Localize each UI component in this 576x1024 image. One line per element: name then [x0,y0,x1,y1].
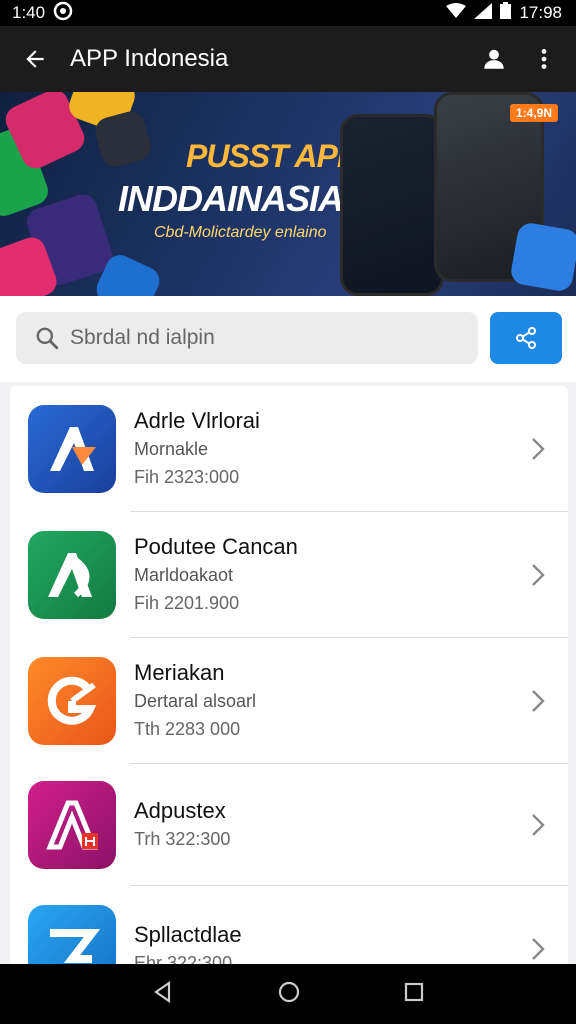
circle-home-icon [278,981,300,1002]
nav-back-button[interactable] [151,980,175,1009]
search-box[interactable] [16,312,478,364]
app-tile-decoration [509,221,576,293]
chevron-right-icon [518,812,558,838]
a-logo-icon [48,553,92,598]
list-item[interactable]: Podutee Cancan Marldoakaot Fih 2201.900 [10,512,568,638]
app-icon [28,657,116,745]
app-name: Adpustex [134,798,226,823]
app-icon [28,781,116,869]
status-clock: 17:98 [519,3,562,22]
status-bar: 1:40 17:98 [0,0,576,26]
account-button[interactable] [474,39,514,79]
chevron-right-icon [518,688,558,714]
battery-icon [500,2,512,24]
g-logo-icon [47,676,97,725]
more-vert-icon [541,49,547,69]
chevron-right-icon [518,562,558,588]
share-icon [516,327,536,349]
app-price: Trh 322:300 [134,829,231,849]
list-item[interactable]: Adpustex Trh 322:300 [10,764,568,886]
search-area [0,296,576,382]
banner-badge: 1:4,9N [510,104,559,122]
app-subtitle: Mornakle [134,439,209,459]
square-recents-icon [404,982,424,1001]
system-nav-bar [0,964,576,1024]
search-input[interactable] [70,326,450,350]
search-icon [36,327,59,350]
notification-icon [53,1,73,26]
triangle-back-icon [154,980,171,1003]
app-list: Adrle Vlrlorai Mornakle Fih 2323:000 Pod… [10,386,568,976]
promo-banner[interactable]: PUSST APP INDDAINASIA Cbd-Molictardey en… [0,92,576,296]
nav-recents-button[interactable] [403,981,425,1008]
chevron-right-icon [518,436,558,462]
arrow-back-icon [26,50,44,68]
wifi-icon [446,2,467,24]
banner-line1: PUSST APP [186,138,358,174]
more-options-button[interactable] [524,39,564,79]
share-button[interactable] [490,312,562,364]
app-bar: APP Indonesia [0,26,576,92]
list-item[interactable]: Adrle Vlrlorai Mornakle Fih 2323:000 [10,386,568,512]
app-name: Adrle Vlrlorai [134,408,260,433]
list-item[interactable]: Spllactdlae Ehr 322:300 [10,886,568,976]
a-logo-icon [46,800,98,850]
app-name: Spllactdlae [134,922,242,947]
chevron-right-icon [518,936,558,962]
page-title: APP Indonesia [70,45,229,72]
app-name: Podutee Cancan [134,534,298,559]
app-name: Meriakan [134,660,225,685]
phone-illustration [340,114,444,296]
app-subtitle: Marldoakaot [134,565,234,585]
app-subtitle: Dertaral alsoarl [134,691,257,711]
list-item[interactable]: Meriakan Dertaral alsoarl Tth 2283 000 [10,638,568,764]
status-time: 1:40 [12,3,46,22]
banner-line2: INDDAINASIA [118,178,344,219]
banner-line3: Cbd-Molictardey enlaino [154,224,327,241]
nav-home-button[interactable] [277,980,301,1009]
person-icon [484,49,504,69]
app-price: Fih 2323:000 [134,467,240,487]
app-icon [28,405,116,493]
signal-icon [474,2,493,24]
app-icon [28,531,116,619]
back-button[interactable] [18,42,52,76]
app-price: Tth 2283 000 [134,719,241,739]
app-price: Fih 2201.900 [134,593,240,613]
a-logo-icon [50,427,96,471]
